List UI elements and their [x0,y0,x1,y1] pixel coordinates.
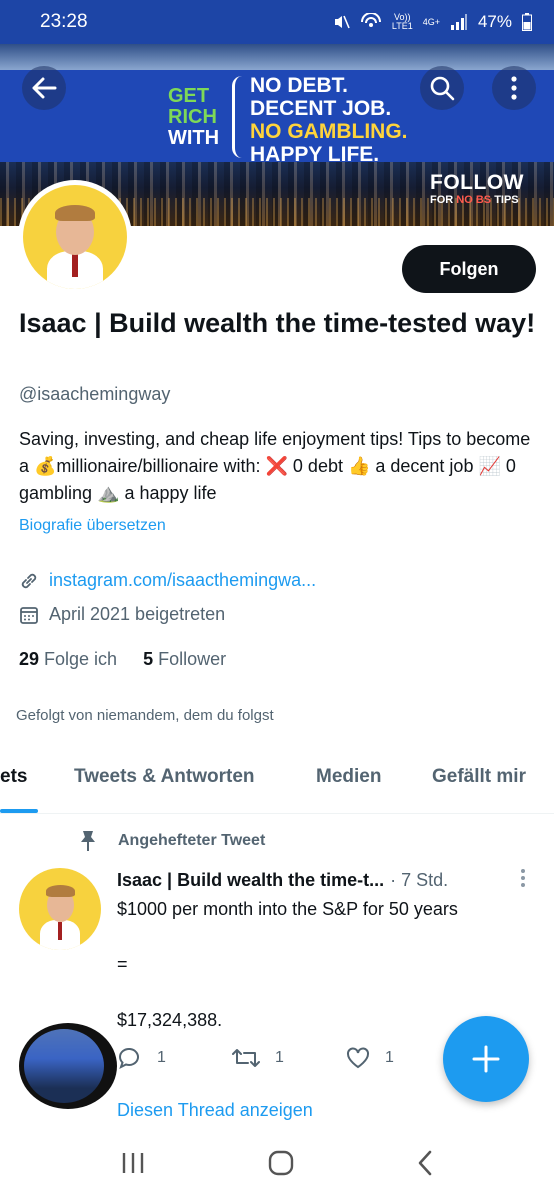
back-arrow-icon [32,77,57,99]
android-nav-bar [0,1130,554,1200]
banner-sky [0,44,554,70]
plus-icon [472,1045,500,1073]
compose-tweet-button[interactable] [443,1016,529,1102]
search-button[interactable] [420,66,464,110]
tweet-text-line-2: = [117,954,128,974]
tab-likes[interactable]: Gefällt mir [432,766,526,788]
show-thread-link[interactable]: Diesen Thread anzeigen [117,1100,313,1121]
banner-bracket [232,76,246,158]
tab-tweets-and-replies[interactable]: Tweets & Antworten [74,766,255,788]
tweet-author-avatar[interactable] [19,868,101,950]
home-icon [268,1150,294,1175]
retweet-icon [232,1049,260,1067]
signal-icon [450,14,467,30]
status-bar: 23:28 Vo)) LTE1 4G+ 47% [0,0,554,44]
retweet-button[interactable]: 1 [231,1046,345,1070]
calendar-icon [20,606,38,624]
avatar-image [23,185,127,289]
profile-handle: @isaachemingway [19,384,171,404]
banner-get-rich-with: GET RICH WITH [168,85,220,149]
profile-website-text[interactable]: instagram.com/isaacthemingwa... [49,570,316,591]
vertical-dots-icon [521,869,525,887]
profile-website[interactable]: instagram.com/isaacthemingwa... [19,570,316,591]
tweet-actions: 1 1 1 [117,1046,459,1070]
like-button[interactable]: 1 [345,1046,459,1070]
pin-icon [81,831,95,851]
link-icon [21,573,37,588]
wifi-calling-icon [360,13,381,27]
tweet-text-line-1: $1000 per month into the S&P for 50 year… [117,899,458,919]
recent-apps-button[interactable] [120,1151,146,1180]
banner-follow-text: FOLLOW FOR NO BS TIPS [430,171,524,207]
followed-by-text: Gefolgt von niemandem, dem du folgst [16,707,274,724]
battery-percent: 47% [477,12,512,31]
tweet-author-name[interactable]: Isaac | Build wealth the time-t... [117,870,384,890]
more-options-button[interactable] [492,66,536,110]
follow-counts: 29 Folge ich 5 Follower [19,649,226,670]
battery-icon [522,13,532,31]
tab-media[interactable]: Medien [316,766,381,788]
tweet-time[interactable]: · 7 Std. [390,870,448,890]
vertical-dots-icon [511,76,517,100]
reply-button[interactable]: 1 [117,1046,231,1070]
tweet-more-button[interactable] [520,868,526,893]
scroll-preview-thumbnail[interactable] [19,1023,117,1109]
recent-apps-icon [123,1152,144,1173]
profile-display-name: Isaac | Build wealth the time-tested way… [19,308,536,338]
profile-tabs: ets Tweets & Antworten Medien Gefällt mi… [0,748,554,814]
chevron-left-icon [418,1150,431,1175]
search-icon [430,76,455,101]
followers-count-link[interactable]: 5 Follower [143,649,226,670]
status-icons: Vo)) LTE1 4G+ 47% [332,12,532,32]
network-indicator: 4G+ [422,16,440,27]
home-button[interactable] [267,1149,295,1182]
volte-indicator: Vo)) LTE1 [391,12,413,31]
preview-image [24,1029,104,1103]
tweet-header: Isaac | Build wealth the time-t... · 7 St… [117,870,517,891]
reply-icon [118,1047,139,1069]
mute-icon [334,15,350,29]
profile-joined: April 2021 beigetreten [19,604,225,625]
follow-button[interactable]: Folgen [402,245,536,293]
pinned-indicator: Angehefteter Tweet [78,830,265,852]
back-nav-button[interactable] [416,1150,434,1181]
following-count-link[interactable]: 29 Folge ich [19,649,117,670]
status-time: 23:28 [40,11,88,32]
banner-slogan: NO DEBT. DECENT JOB. NO GAMBLING. HAPPY … [250,74,408,166]
tweet-text-line-3: $17,324,388. [117,1010,223,1030]
tab-tweets[interactable]: ets [0,766,27,788]
back-button[interactable] [22,66,66,110]
active-tab-indicator [0,809,38,813]
heart-icon [347,1047,369,1069]
profile-bio: Saving, investing, and cheap life enjoym… [19,429,531,503]
translate-bio-link[interactable]: Biografie übersetzen [19,517,166,535]
profile-avatar[interactable] [18,180,132,294]
